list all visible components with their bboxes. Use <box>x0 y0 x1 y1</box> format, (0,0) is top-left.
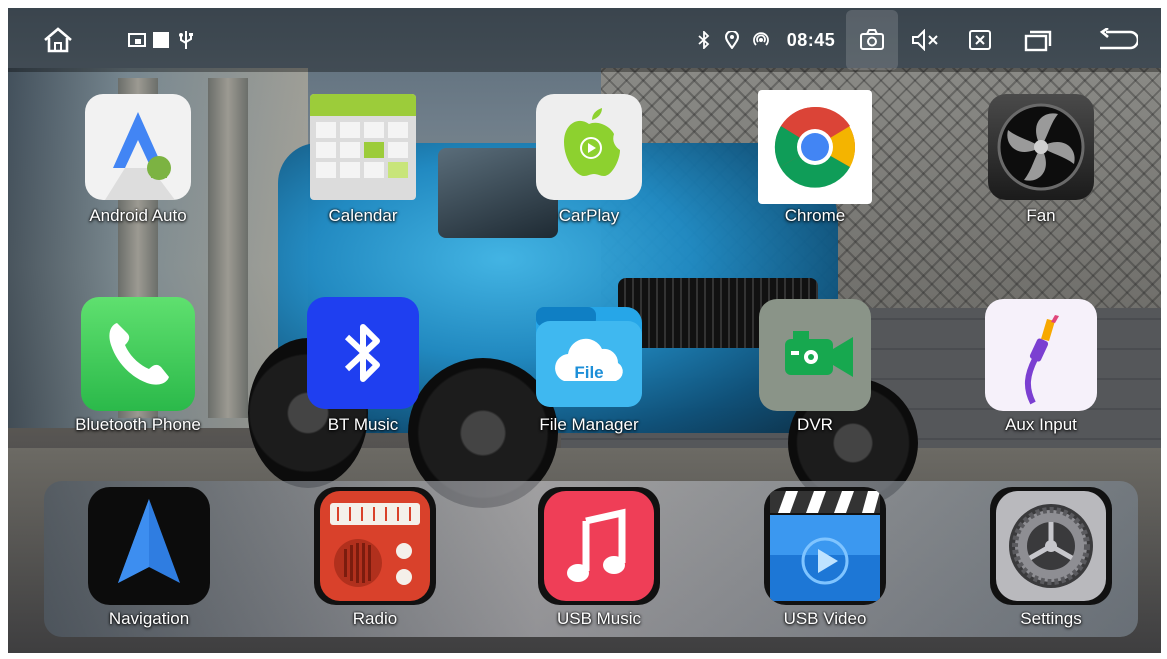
status-bar: 08:45 <box>8 8 1161 72</box>
app-fan[interactable]: Fan <box>966 94 1116 244</box>
mute-icon[interactable] <box>906 8 946 72</box>
clock-time: 08:45 <box>786 29 836 50</box>
file-manager-icon: File <box>532 299 646 411</box>
dock-radio[interactable]: Radio <box>300 481 450 637</box>
fan-icon <box>988 94 1094 200</box>
app-label: Bluetooth Phone <box>75 415 201 434</box>
app-bluetooth-phone[interactable]: Bluetooth Phone <box>63 297 213 453</box>
app-carplay[interactable]: CarPlay <box>514 94 664 244</box>
settings-gear-icon <box>990 487 1112 605</box>
navigation-arrow-icon <box>88 487 210 605</box>
app-label: Settings <box>1020 609 1082 628</box>
bluetooth-icon <box>694 8 714 72</box>
aux-cable-icon <box>985 299 1097 411</box>
radio-icon <box>314 487 436 605</box>
app-label: USB Music <box>556 609 642 628</box>
dock-navigation[interactable]: Navigation <box>74 481 224 637</box>
app-file-manager[interactable]: File File Manager <box>514 303 664 453</box>
home-icon[interactable] <box>36 8 80 72</box>
app-label: CarPlay <box>558 206 620 225</box>
app-label: File Manager <box>539 415 639 434</box>
chrome-icon <box>758 90 872 204</box>
dock-usb-video[interactable]: USB Video <box>750 481 900 637</box>
location-icon <box>722 8 742 72</box>
app-calendar[interactable]: Calendar <box>288 94 438 244</box>
app-label: Fan <box>1026 206 1056 225</box>
dock: Navigation Radio USB Music USB Video Set… <box>44 481 1138 637</box>
wallpaper-pillar <box>208 78 248 418</box>
music-note-icon <box>538 487 660 605</box>
bluetooth-icon <box>307 297 419 409</box>
dock-usb-music[interactable]: USB Music <box>524 481 674 637</box>
app-label: DVR <box>797 415 833 434</box>
close-window-icon[interactable] <box>962 8 998 72</box>
app-label: Navigation <box>108 609 190 628</box>
phone-icon <box>81 297 195 411</box>
carplay-icon <box>536 94 642 200</box>
file-badge: File <box>574 363 604 382</box>
screen-cast-icon <box>126 8 148 72</box>
app-label: USB Video <box>783 609 867 628</box>
android-auto-icon <box>85 94 191 200</box>
recent-apps-icon[interactable] <box>1018 8 1058 72</box>
app-android-auto[interactable]: Android Auto <box>63 94 213 244</box>
usb-icon <box>176 8 196 72</box>
app-chrome[interactable]: Chrome <box>740 90 890 244</box>
signal-icon <box>750 8 772 72</box>
dock-settings[interactable]: Settings <box>976 481 1126 637</box>
app-label: Aux Input <box>1005 415 1077 434</box>
wallpaper: 08:45 Android Auto Calendar CarPlay Chro… <box>8 8 1161 653</box>
calendar-icon <box>310 94 416 200</box>
camera-icon[interactable] <box>846 10 898 70</box>
square-icon <box>151 8 171 72</box>
back-icon[interactable] <box>1092 8 1142 72</box>
app-label: BT Music <box>327 415 399 434</box>
app-label: Radio <box>352 609 398 628</box>
app-label: Calendar <box>328 206 398 225</box>
app-aux-input[interactable]: Aux Input <box>966 299 1116 453</box>
video-clapper-icon <box>764 487 886 605</box>
app-label: Chrome <box>784 206 846 225</box>
app-bt-music[interactable]: BT Music <box>288 297 438 453</box>
app-label: Android Auto <box>89 206 187 225</box>
app-dvr[interactable]: DVR <box>740 299 890 453</box>
dvr-camera-icon <box>759 299 871 411</box>
